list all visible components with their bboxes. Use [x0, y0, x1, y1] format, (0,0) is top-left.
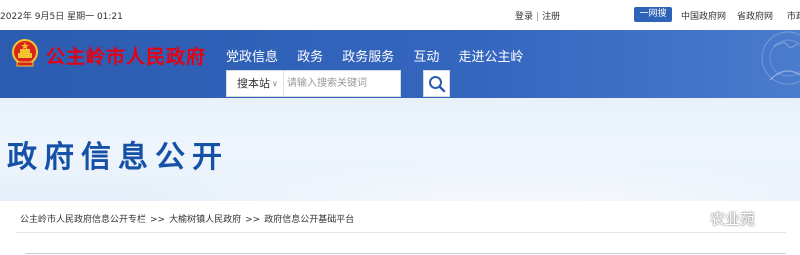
national-emblem-icon — [12, 39, 38, 67]
chevron-down-icon: ∨ — [272, 79, 278, 88]
nav-item-about-city[interactable]: 走进公主岭 — [458, 46, 523, 65]
watermark: 农业苑 — [686, 208, 755, 229]
search-icon — [429, 76, 446, 93]
link-city-gov[interactable]: 市政 — [787, 9, 800, 22]
page-banner: 政府信息公开 — [0, 98, 800, 201]
separator: | — [536, 12, 540, 22]
nav-item-party-info[interactable]: 党政信息 — [226, 46, 278, 65]
breadcrumb-separator: >> — [150, 215, 166, 225]
quick-search-button[interactable]: 一网搜 — [634, 7, 672, 22]
breadcrumb-divider — [16, 232, 786, 233]
search-button[interactable] — [423, 70, 450, 97]
site-name[interactable]: 公主岭市人民政府 — [46, 42, 206, 69]
register-link[interactable]: 注册 — [542, 12, 560, 22]
top-utility-bar: 2022年 9月5日 星期一 01:21 登录 | 注册 一网搜 中国政府网 省政府… — [0, 0, 800, 30]
login-link[interactable]: 登录 — [515, 12, 533, 22]
page-title: 政府信息公开 — [7, 140, 229, 175]
nav-item-government-services[interactable]: 政务服务 — [342, 46, 394, 65]
breadcrumb-item-platform[interactable]: 政府信息公开基础平台 — [264, 215, 354, 225]
wechat-icon — [686, 212, 704, 227]
search-scope-label: 搜本站 — [237, 77, 270, 90]
content-divider — [26, 253, 786, 254]
breadcrumb-item-town-government[interactable]: 大榆树镇人民政府 — [169, 215, 241, 225]
link-province-gov[interactable]: 省政府网 — [737, 9, 773, 22]
nav-item-government-affairs[interactable]: 政务 — [297, 46, 323, 65]
site-header: 公主岭市人民政府 党政信息 政务 政务服务 互动 走进公主岭 搜本站 ∨ — [0, 30, 800, 98]
search-scope-select[interactable]: 搜本站 ∨ — [227, 71, 284, 96]
nav-item-interaction[interactable]: 互动 — [413, 46, 439, 65]
breadcrumb-item-info-column[interactable]: 公主岭市人民政府信息公开专栏 — [20, 215, 146, 225]
breadcrumb: 公主岭市人民政府信息公开专栏 >> 大榆树镇人民政府 >> 政府信息公开基础平台 — [20, 212, 354, 225]
current-date: 2022年 9月5日 星期一 01:21 — [0, 12, 123, 22]
search-input[interactable] — [287, 73, 397, 94]
breadcrumb-separator: >> — [245, 215, 261, 225]
main-nav: 党政信息 政务 政务服务 互动 走进公主岭 — [226, 46, 537, 66]
header-decoration — [761, 31, 800, 85]
link-china-gov[interactable]: 中国政府网 — [681, 9, 726, 22]
account-links: 登录 | 注册 — [515, 9, 560, 22]
watermark-text: 农业苑 — [710, 210, 756, 228]
search-box: 搜本站 ∨ — [226, 70, 401, 97]
